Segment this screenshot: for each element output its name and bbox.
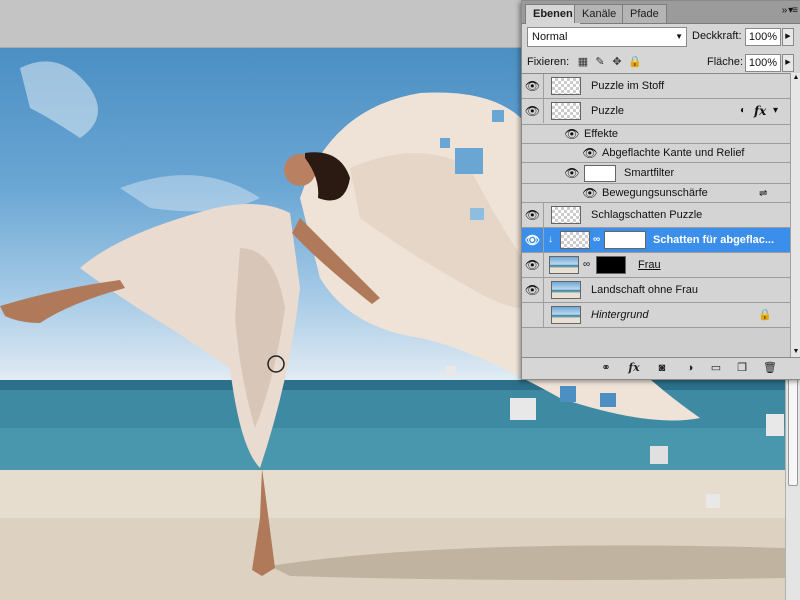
fx-icon[interactable]: fx bbox=[626, 361, 642, 375]
smart-object-thumbnail bbox=[551, 102, 581, 120]
layer-name: Schlagschatten Puzzle bbox=[591, 209, 703, 221]
layer-thumbnail bbox=[549, 256, 579, 274]
layer-thumbnail bbox=[551, 206, 581, 224]
scroll-down-icon[interactable]: ▼ bbox=[791, 347, 800, 357]
effect-item[interactable]: 👁 Abgeflachte Kante und Relief bbox=[522, 144, 791, 163]
panel-menu-icon[interactable]: » ▾≡ bbox=[782, 5, 798, 16]
lock-icon: 🔒 bbox=[758, 309, 772, 321]
chevron-down-icon: ▼ bbox=[675, 32, 683, 41]
layer-name: Puzzle bbox=[591, 105, 625, 117]
layer-thumbnail bbox=[551, 281, 581, 299]
effects-expand-icon[interactable]: ◐ bbox=[740, 99, 746, 123]
visibility-eye-icon[interactable]: 👁 bbox=[522, 303, 544, 327]
layer-row[interactable]: 👁 ∞ Frau bbox=[522, 253, 791, 278]
layer-name: Frau bbox=[638, 259, 661, 271]
effects-row[interactable]: 👁 Effekte bbox=[522, 125, 791, 144]
visibility-eye-icon[interactable]: 👁 bbox=[522, 203, 544, 227]
layer-name: Puzzle im Stoff bbox=[591, 80, 665, 92]
effects-eye-icon[interactable]: 👁 bbox=[564, 125, 580, 144]
blend-mode-value: Normal bbox=[532, 31, 568, 43]
lock-label: Fixieren: bbox=[527, 56, 570, 68]
blend-opacity-row: Normal ▼ Deckkraft: 100% ▶ bbox=[522, 24, 800, 50]
layer-thumbnail bbox=[551, 77, 581, 95]
link-chain-icon[interactable]: ∞ bbox=[593, 228, 600, 252]
filter-eye-icon[interactable]: 👁 bbox=[582, 184, 598, 203]
lock-pixels-brush-icon[interactable]: ✎ bbox=[594, 56, 606, 68]
panel-bottom-toolbar: ⚭ fx ◙ ◑ ▭ ❐ 🗑 bbox=[522, 357, 800, 379]
tab-kanaele[interactable]: Kanäle bbox=[574, 4, 625, 23]
fill-input[interactable]: 100% bbox=[745, 54, 781, 72]
layers-panel: Ebenen Kanäle Pfade » ▾≡ Normal ▼ Deckkr… bbox=[521, 0, 800, 380]
opacity-slider-arrow-icon[interactable]: ▶ bbox=[782, 28, 794, 46]
opacity-label: Deckkraft: bbox=[692, 30, 742, 42]
effects-label: Effekte bbox=[584, 128, 619, 140]
layer-list: 👁 Puzzle im Stoff 👁 Puzzle ◐ fx ▾ 👁 Effe… bbox=[522, 73, 791, 358]
clipping-arrow-icon: ↓ bbox=[548, 234, 553, 245]
folder-icon[interactable]: ▭ bbox=[708, 361, 724, 375]
link-icon[interactable]: ⚭ bbox=[598, 361, 614, 375]
layer-row[interactable]: 👁 Hintergrund 🔒 bbox=[522, 303, 791, 328]
lock-position-move-icon[interactable]: ✥ bbox=[611, 56, 623, 68]
smartfilter-eye-icon[interactable]: 👁 bbox=[564, 163, 580, 184]
layer-name: Schatten für abgeflac... bbox=[653, 234, 775, 246]
blend-mode-select[interactable]: Normal ▼ bbox=[527, 27, 687, 47]
layer-row[interactable]: 👁 Puzzle ◐ fx ▾ bbox=[522, 99, 791, 125]
filter-item[interactable]: 👁 Bewegungsunschärfe ⇌ bbox=[522, 184, 791, 203]
visibility-eye-icon[interactable]: 👁 bbox=[522, 253, 544, 277]
tab-pfade[interactable]: Pfade bbox=[622, 4, 667, 23]
new-layer-icon[interactable]: ❐ bbox=[734, 361, 750, 375]
effect-name: Abgeflachte Kante und Relief bbox=[602, 147, 745, 159]
smart-object-thumbnail bbox=[560, 231, 590, 249]
visibility-eye-icon[interactable]: 👁 bbox=[522, 278, 544, 302]
layer-mask-thumbnail[interactable] bbox=[604, 231, 646, 249]
smartfilter-label: Smartfilter bbox=[624, 167, 675, 179]
smartfilter-mask-thumbnail bbox=[584, 165, 616, 182]
mask-icon[interactable]: ◙ bbox=[654, 361, 670, 375]
layer-row[interactable]: 👁 Landschaft ohne Frau bbox=[522, 278, 791, 303]
fx-icon[interactable]: fx bbox=[754, 99, 766, 123]
layer-mask-thumbnail[interactable] bbox=[596, 256, 626, 274]
adjustment-icon[interactable]: ◑ bbox=[682, 361, 698, 375]
layer-name: Landschaft ohne Frau bbox=[591, 284, 699, 296]
visibility-eye-icon[interactable]: 👁 bbox=[522, 99, 544, 123]
collapse-arrow-icon[interactable]: ▾ bbox=[773, 99, 778, 123]
panel-tab-bar: Ebenen Kanäle Pfade » ▾≡ bbox=[522, 1, 800, 24]
layer-row[interactable]: 👁 Puzzle im Stoff bbox=[522, 74, 791, 99]
layer-thumbnail bbox=[551, 306, 581, 324]
layer-row-selected[interactable]: 👁 ↓ ∞ Schatten für abgeflac... bbox=[522, 228, 791, 253]
fill-slider-arrow-icon[interactable]: ▶ bbox=[782, 54, 794, 72]
layer-row[interactable]: 👁 Schlagschatten Puzzle bbox=[522, 203, 791, 228]
filter-blending-options-icon[interactable]: ⇌ bbox=[759, 184, 767, 203]
tab-ebenen[interactable]: Ebenen bbox=[525, 4, 581, 24]
filter-name: Bewegungsunschärfe bbox=[602, 187, 708, 199]
smartfilter-row[interactable]: 👁 Smartfilter bbox=[522, 163, 791, 184]
effect-eye-icon[interactable]: 👁 bbox=[582, 144, 598, 163]
fill-label: Fläche: bbox=[707, 56, 744, 68]
layer-name: Hintergrund bbox=[591, 309, 649, 321]
visibility-eye-icon[interactable] bbox=[522, 125, 544, 144]
opacity-input[interactable]: 100% bbox=[745, 28, 781, 46]
link-chain-icon[interactable]: ∞ bbox=[583, 253, 590, 277]
visibility-eye-icon[interactable]: 👁 bbox=[522, 228, 544, 252]
lock-all-icon[interactable]: 🔒 bbox=[628, 56, 642, 68]
visibility-eye-icon[interactable]: 👁 bbox=[522, 74, 544, 98]
lock-transparency-icon[interactable]: ▦ bbox=[577, 56, 589, 68]
scroll-up-icon[interactable]: ▲ bbox=[791, 73, 800, 83]
trash-icon[interactable]: 🗑 bbox=[762, 361, 778, 375]
layer-list-scrollbar[interactable]: ▲ ▼ bbox=[790, 73, 800, 357]
